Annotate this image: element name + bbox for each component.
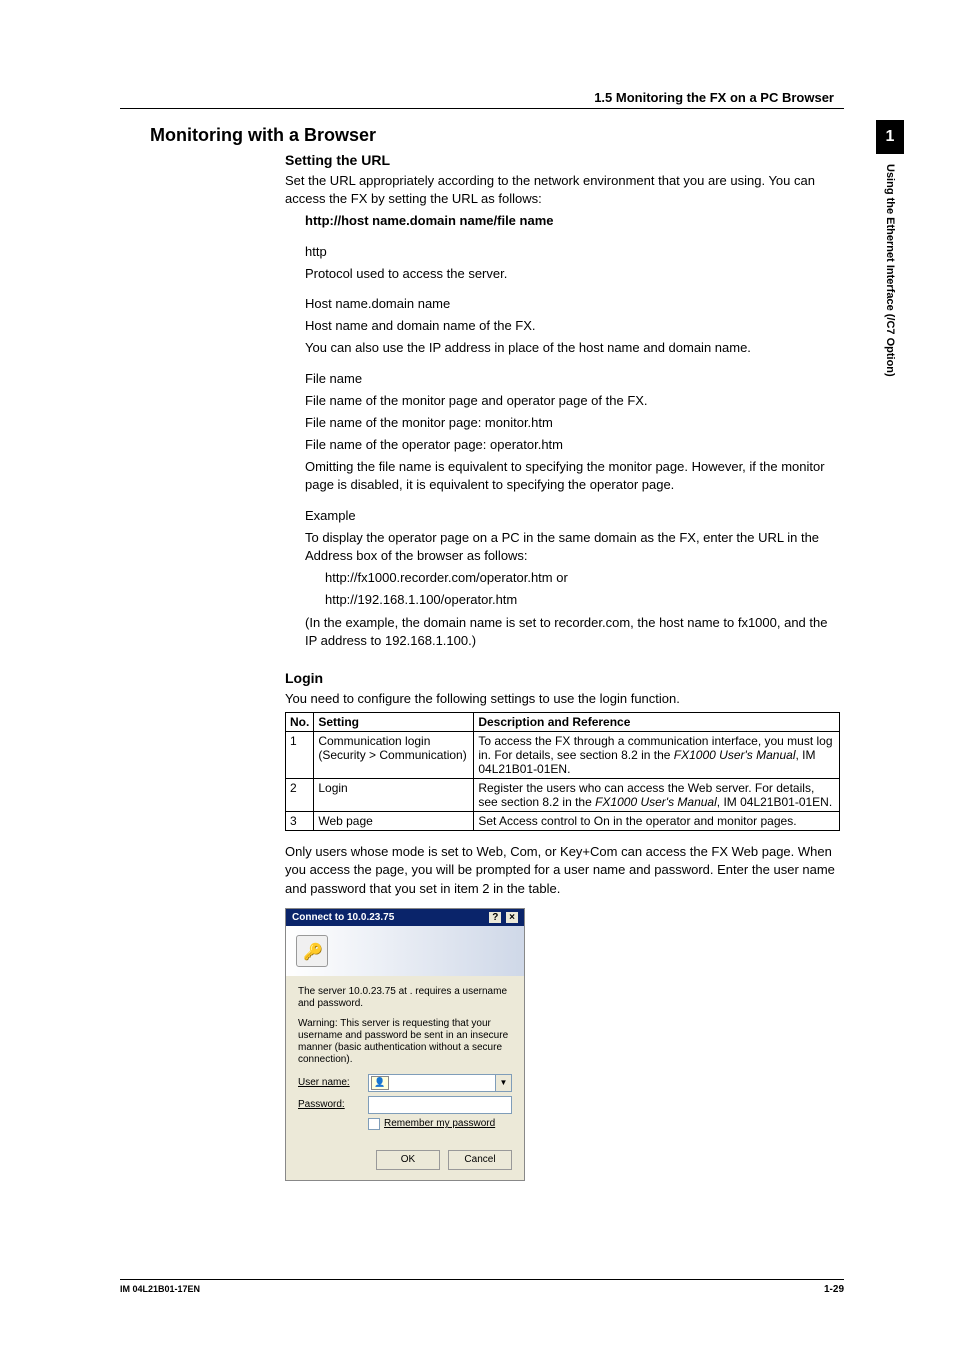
login-table: No. Setting Description and Reference 1 … [285, 712, 840, 831]
login-heading: Login [285, 670, 840, 686]
chapter-number: 1 [876, 120, 904, 154]
host-desc2: You can also use the IP address in place… [305, 339, 840, 357]
table-header-row: No. Setting Description and Reference [286, 713, 840, 732]
setting-url-intro: Set the URL appropriately according to t… [285, 172, 840, 208]
cell-no: 2 [286, 779, 314, 812]
example-label: Example [305, 507, 840, 525]
file-desc4: Omitting the file name is equivalent to … [305, 458, 840, 494]
table-row: 1 Communication login (Security > Commun… [286, 732, 840, 779]
remember-checkbox[interactable] [368, 1118, 380, 1130]
dialog-text-2: Warning: This server is requesting that … [298, 1018, 512, 1066]
host-desc1: Host name and domain name of the FX. [305, 317, 840, 335]
login-intro: You need to configure the following sett… [285, 690, 840, 708]
cell-setting: Communication login (Security > Communic… [314, 732, 474, 779]
th-no: No. [286, 713, 314, 732]
dialog-text-1: The server 10.0.23.75 at . requires a us… [298, 986, 512, 1010]
file-desc1: File name of the monitor page and operat… [305, 392, 840, 410]
example-desc1: To display the operator page on a PC in … [305, 529, 840, 565]
example-url1: http://fx1000.recorder.com/operator.htm … [325, 569, 840, 587]
url-format: http://host name.domain name/file name [305, 212, 840, 230]
page-section-header: 1.5 Monitoring the FX on a PC Browser [594, 90, 834, 105]
table-row: 3 Web page Set Access control to On in t… [286, 812, 840, 831]
user-icon: 👤 [371, 1076, 389, 1090]
remember-label: Remember my password [384, 1118, 495, 1129]
cell-no: 3 [286, 812, 314, 831]
login-after-table: Only users whose mode is set to Web, Com… [285, 843, 840, 898]
dropdown-icon[interactable]: ▼ [495, 1075, 511, 1091]
cell-setting: Login [314, 779, 474, 812]
cell-desc: To access the FX through a communication… [474, 732, 840, 779]
password-input[interactable] [368, 1096, 512, 1114]
setting-url-heading: Setting the URL [285, 152, 840, 168]
side-tab: 1 Using the Ethernet Interface (/C7 Opti… [876, 120, 904, 377]
cancel-button[interactable]: Cancel [448, 1150, 512, 1170]
cell-desc: Set Access control to On in the operator… [474, 812, 840, 831]
cell-setting: Web page [314, 812, 474, 831]
username-label: User name: [298, 1077, 368, 1088]
file-label: File name [305, 370, 840, 388]
file-desc3: File name of the operator page: operator… [305, 436, 840, 454]
ok-button[interactable]: OK [376, 1150, 440, 1170]
password-label: Password: [298, 1099, 368, 1110]
host-label: Host name.domain name [305, 295, 840, 313]
close-icon[interactable]: × [506, 912, 518, 923]
example-url2: http://192.168.1.100/operator.htm [325, 591, 840, 609]
cell-desc: Register the users who can access the We… [474, 779, 840, 812]
footer-doc-id: IM 04L21B01-17EN [120, 1284, 200, 1295]
main-heading: Monitoring with a Browser [150, 125, 840, 146]
table-row: 2 Login Register the users who can acces… [286, 779, 840, 812]
header-divider [120, 108, 844, 109]
dialog-title-text: Connect to 10.0.23.75 [292, 912, 394, 923]
cell-no: 1 [286, 732, 314, 779]
file-desc2: File name of the monitor page: monitor.h… [305, 414, 840, 432]
th-setting: Setting [314, 713, 474, 732]
th-desc: Description and Reference [474, 713, 840, 732]
username-input[interactable]: 👤 ▼ [368, 1074, 512, 1092]
http-desc: Protocol used to access the server. [305, 265, 840, 283]
http-label: http [305, 243, 840, 261]
dialog-banner [286, 926, 524, 976]
dialog-titlebar: Connect to 10.0.23.75 ? × [286, 909, 524, 926]
example-desc2: (In the example, the domain name is set … [305, 614, 840, 650]
page-footer: IM 04L21B01-17EN 1-29 [120, 1279, 844, 1295]
footer-page-number: 1-29 [824, 1284, 844, 1295]
chapter-title: Using the Ethernet Interface (/C7 Option… [884, 154, 896, 377]
key-icon [296, 935, 328, 967]
help-icon[interactable]: ? [489, 912, 501, 923]
login-dialog-screenshot: Connect to 10.0.23.75 ? × The server 10.… [285, 908, 525, 1181]
